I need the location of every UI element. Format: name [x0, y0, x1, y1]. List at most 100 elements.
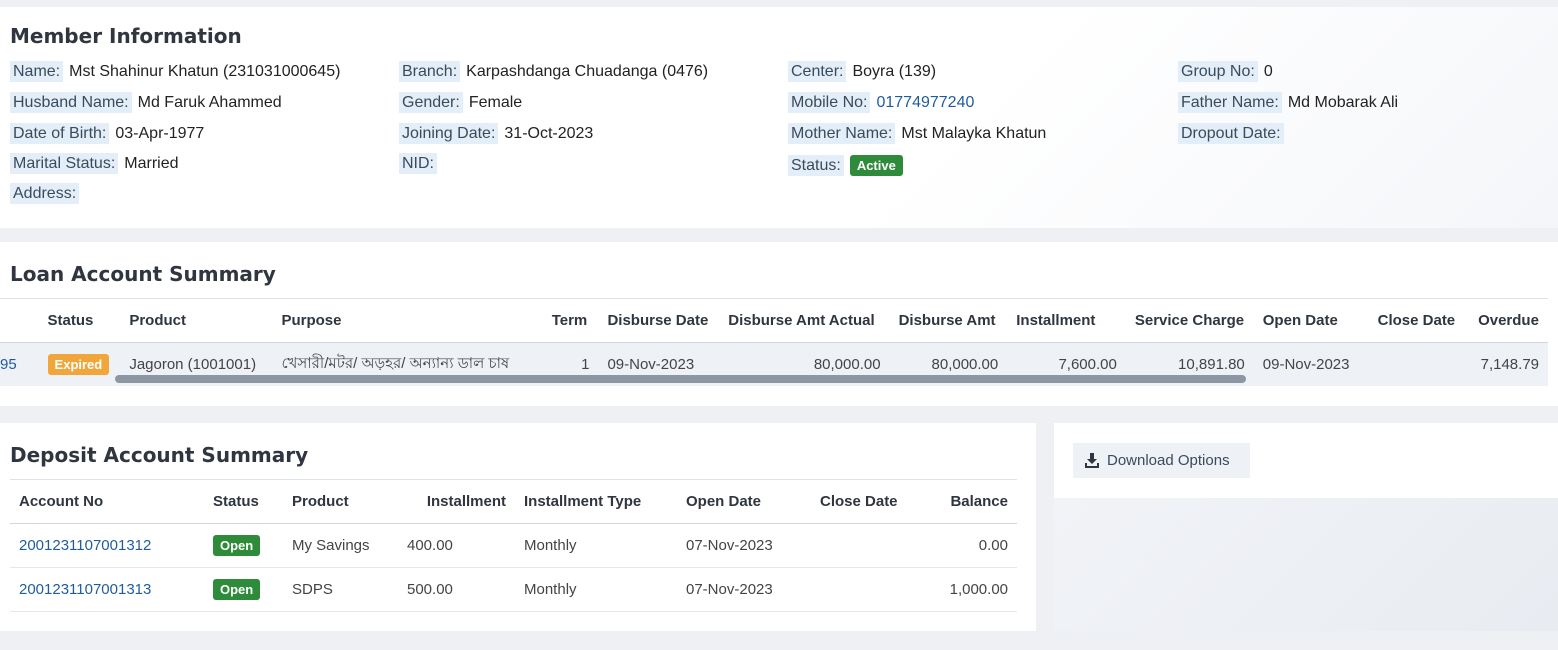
deposit-header-row: Account No Status Product Installment In…: [10, 479, 1017, 524]
status-label: Status:: [788, 155, 844, 176]
deposit-installment-cell: 500.00: [407, 581, 453, 598]
father-name-value: Md Mobarak Ali: [1287, 94, 1399, 111]
loan-account-link[interactable]: 95: [0, 343, 39, 386]
gender-label: Gender:: [399, 92, 463, 113]
deposit-account-link[interactable]: 2001231107001312: [10, 524, 204, 568]
deposit-product-cell: SDPS: [292, 581, 333, 598]
loan-col-installment[interactable]: Installment: [1007, 299, 1126, 343]
joining-date-label: Joining Date:: [399, 123, 499, 144]
loan-table: Status Product Purpose Term Disburse Dat…: [0, 298, 1548, 386]
center-label: Center:: [788, 61, 847, 82]
info-address: Address:: [10, 183, 85, 204]
info-dob: Date of Birth: 03-Apr-1977: [10, 123, 205, 144]
member-information-panel: Member Information: [0, 7, 1558, 228]
info-father: Father Name: Md Mobarak Ali: [1178, 92, 1399, 113]
deposit-balance-cell: 0.00: [978, 537, 1008, 554]
info-status: Status: Active: [788, 155, 903, 176]
dep-col-status[interactable]: Status: [204, 480, 283, 524]
mother-name-label: Mother Name:: [788, 123, 896, 144]
branch-value: Karpashdanga Chuadanga (0476): [466, 63, 709, 80]
deposit-installment-type-cell: Monthly: [524, 537, 577, 554]
deposit-product-cell: My Savings: [292, 537, 370, 554]
open-badge: Open: [213, 579, 261, 600]
dep-col-installment-type[interactable]: Installment Type: [515, 480, 677, 524]
loan-col-service-charge[interactable]: Service Charge: [1126, 299, 1254, 343]
table-row: 2001231107001312 Open My Savings 400.00 …: [10, 524, 1017, 568]
download-options-button[interactable]: Download Options: [1073, 443, 1250, 478]
right-empty-area: [1054, 498, 1558, 631]
deposit-close-date-cell: [811, 568, 919, 612]
deposit-table: Account No Status Product Installment In…: [10, 479, 1017, 612]
dep-col-product[interactable]: Product: [283, 480, 398, 524]
joining-date-value: 31-Oct-2023: [504, 125, 594, 142]
expired-badge: Expired: [47, 353, 110, 375]
group-no-value: 0: [1263, 63, 1273, 80]
table-row: 2001231107001313 Open SDPS 500.00 Monthl…: [10, 568, 1017, 612]
deposit-status-cell: Open: [204, 524, 283, 568]
loan-table-scrollbar[interactable]: [115, 375, 1246, 383]
info-branch: Branch: Karpashdanga Chuadanga (0476): [399, 61, 709, 82]
dob-label: Date of Birth:: [10, 123, 110, 144]
branch-label: Branch:: [399, 61, 461, 82]
husband-name-value: Md Faruk Ahammed: [137, 94, 282, 111]
marital-status-label: Marital Status:: [10, 153, 119, 174]
deposit-close-date-cell: [811, 524, 919, 568]
dropout-date-label: Dropout Date:: [1178, 123, 1284, 144]
loan-col-status[interactable]: Status: [39, 299, 121, 343]
loan-col-purpose[interactable]: Purpose: [272, 299, 542, 343]
loan-col-account[interactable]: [0, 299, 39, 343]
mobile-label: Mobile No:: [788, 92, 871, 113]
dep-col-close-date[interactable]: Close Date: [811, 480, 919, 524]
dep-col-account-no[interactable]: Account No: [10, 480, 204, 524]
deposit-balance-cell: 1,000.00: [949, 581, 1008, 598]
info-name: Name: Mst Shahinur Khatun (231031000645): [10, 61, 341, 82]
loan-open-date-cell: 09-Nov-2023: [1262, 355, 1350, 373]
info-dropout: Dropout Date:: [1178, 123, 1290, 144]
marital-status-value: Married: [124, 155, 179, 172]
info-mother: Mother Name: Mst Malayka Khatun: [788, 123, 1046, 144]
deposit-open-date-cell: 07-Nov-2023: [686, 581, 773, 598]
loan-status-cell: Expired: [39, 343, 121, 386]
mobile-link[interactable]: 01774977240: [876, 94, 974, 111]
nid-label: NID:: [399, 153, 437, 174]
address-label: Address:: [10, 183, 80, 204]
father-name-label: Father Name:: [1178, 92, 1282, 113]
dob-value: 03-Apr-1977: [115, 125, 205, 142]
info-joining-date: Joining Date: 31-Oct-2023: [399, 123, 594, 144]
deposit-status-cell: Open: [204, 568, 283, 612]
info-mobile: Mobile No: 01774977240: [788, 92, 974, 113]
loan-col-overdue[interactable]: Overdue: [1469, 299, 1548, 343]
husband-name-label: Husband Name:: [10, 92, 132, 113]
dep-col-balance[interactable]: Balance: [919, 480, 1017, 524]
member-info-title: Member Information: [10, 24, 242, 48]
download-icon: [1085, 453, 1099, 468]
info-marital: Marital Status: Married: [10, 153, 179, 174]
loan-col-close-date[interactable]: Close Date: [1369, 299, 1469, 343]
deposit-open-date-cell: 07-Nov-2023: [686, 537, 773, 554]
open-badge: Open: [213, 535, 261, 556]
dep-col-open-date[interactable]: Open Date: [677, 480, 811, 524]
dep-col-installment[interactable]: Installment: [398, 480, 515, 524]
loan-summary-title: Loan Account Summary: [10, 262, 276, 286]
info-center: Center: Boyra (139): [788, 61, 937, 82]
loan-col-product[interactable]: Product: [120, 299, 272, 343]
loan-col-disburse-amt[interactable]: Disburse Amt: [890, 299, 1008, 343]
loan-col-disburse-amt-actual[interactable]: Disburse Amt Actual: [719, 299, 889, 343]
loan-overdue-cell: 7,148.79: [1480, 355, 1539, 373]
info-husband: Husband Name: Md Faruk Ahammed: [10, 92, 282, 113]
deposit-installment-cell: 400.00: [407, 537, 453, 554]
deposit-summary-title: Deposit Account Summary: [10, 443, 309, 467]
group-no-label: Group No:: [1178, 61, 1258, 82]
gender-value: Female: [468, 94, 523, 111]
loan-col-open-date[interactable]: Open Date: [1254, 299, 1369, 343]
info-gender: Gender: Female: [399, 92, 523, 113]
info-group: Group No: 0: [1178, 61, 1273, 82]
center-value: Boyra (139): [852, 63, 937, 80]
loan-col-disburse-date[interactable]: Disburse Date: [598, 299, 719, 343]
loan-col-term[interactable]: Term: [543, 299, 599, 343]
deposit-account-link[interactable]: 2001231107001313: [10, 568, 204, 612]
name-label: Name:: [10, 61, 64, 82]
deposit-installment-type-cell: Monthly: [524, 581, 577, 598]
name-value: Mst Shahinur Khatun (231031000645): [69, 63, 341, 80]
loan-close-date-cell: [1369, 343, 1469, 386]
